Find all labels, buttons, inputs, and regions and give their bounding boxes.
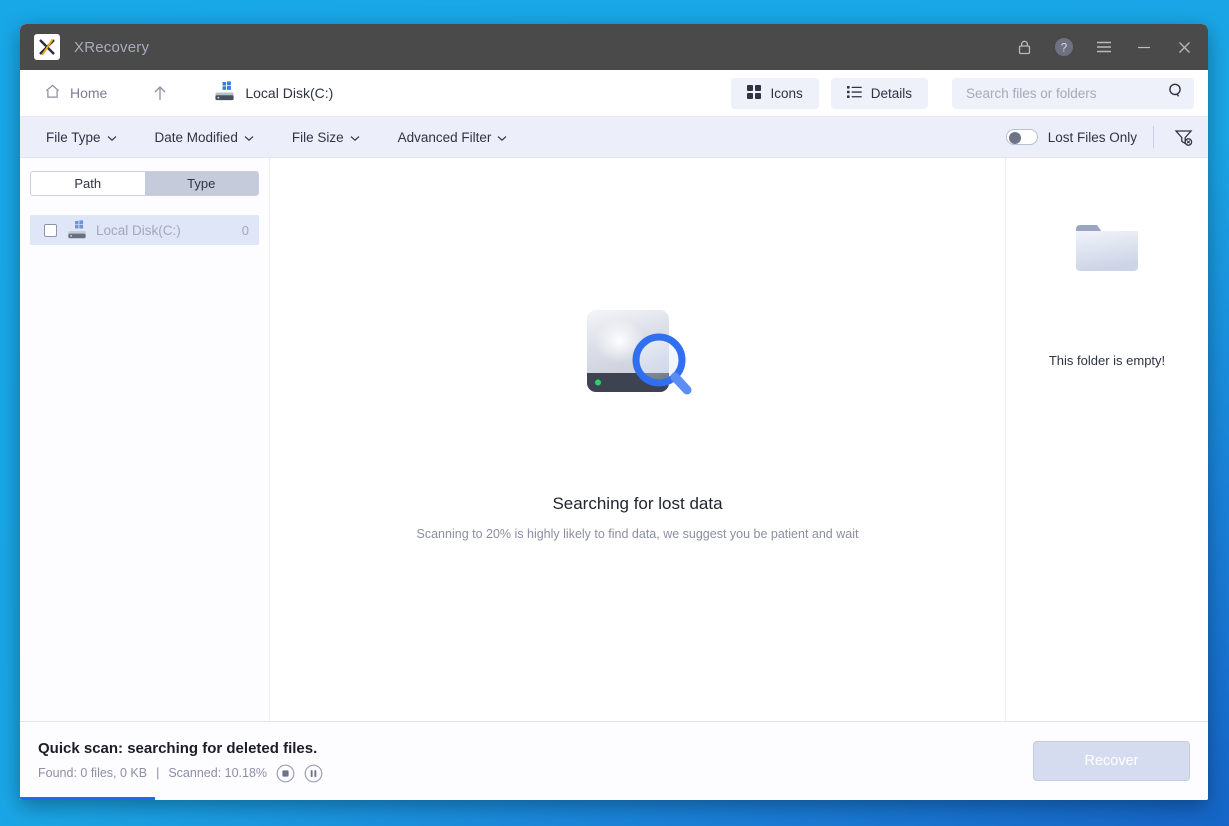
disk-scan-icon xyxy=(579,303,697,410)
stop-icon[interactable] xyxy=(276,764,295,783)
close-icon[interactable] xyxy=(1164,24,1204,70)
filter-file-size-label: File Size xyxy=(292,130,344,145)
view-icons-button[interactable]: Icons xyxy=(731,78,818,109)
progress-bar xyxy=(20,797,1208,800)
grid-icon xyxy=(747,85,761,102)
status-separator: | xyxy=(156,766,159,780)
local-disk-icon xyxy=(213,81,235,105)
list-icon xyxy=(847,85,862,102)
help-icon[interactable]: ? xyxy=(1044,24,1084,70)
tab-path[interactable]: Path xyxy=(31,172,145,195)
app-title: XRecovery xyxy=(74,39,149,56)
home-button[interactable]: Home xyxy=(38,79,113,107)
main-content: Searching for lost data Scanning to 20% … xyxy=(270,158,1005,721)
tree-item-count: 0 xyxy=(242,223,249,238)
view-details-label: Details xyxy=(871,86,912,101)
search-box[interactable] xyxy=(952,78,1194,109)
up-button[interactable] xyxy=(145,78,175,108)
chevron-down-icon xyxy=(350,130,360,145)
breadcrumb[interactable]: Local Disk(C:) xyxy=(213,81,333,105)
tab-type-label: Type xyxy=(187,176,215,191)
preview-empty-message: This folder is empty! xyxy=(1049,353,1165,368)
svg-text:?: ? xyxy=(1061,42,1067,54)
divider xyxy=(1153,126,1154,148)
toggle-knob xyxy=(1009,132,1021,144)
scanned-text: Scanned: 10.18% xyxy=(168,766,267,780)
view-details-button[interactable]: Details xyxy=(831,78,928,109)
tab-type[interactable]: Type xyxy=(145,172,259,195)
home-label: Home xyxy=(70,85,107,101)
found-text: Found: 0 files, 0 KB xyxy=(38,766,147,780)
tab-path-label: Path xyxy=(74,176,101,191)
filter-bar-right: Lost Files Only xyxy=(1006,124,1208,150)
filter-advanced-label: Advanced Filter xyxy=(398,130,492,145)
filter-clear-icon[interactable] xyxy=(1170,124,1196,150)
status-details: Found: 0 files, 0 KB | Scanned: 10.18% xyxy=(38,764,323,783)
filter-advanced[interactable]: Advanced Filter xyxy=(390,126,516,149)
breadcrumb-label: Local Disk(C:) xyxy=(245,85,333,101)
tree-item-local-disk[interactable]: Local Disk(C:) 0 xyxy=(30,215,259,245)
chevron-down-icon xyxy=(244,130,254,145)
sidebar: Path Type xyxy=(20,158,270,721)
minimize-icon[interactable] xyxy=(1124,24,1164,70)
progress-bar-fill xyxy=(20,797,155,800)
x-logo-icon xyxy=(34,34,60,60)
preview-panel: This folder is empty! xyxy=(1005,158,1208,721)
filter-date-modified[interactable]: Date Modified xyxy=(147,126,262,149)
scan-subtitle: Scanning to 20% is highly likely to find… xyxy=(417,527,859,541)
search-input[interactable] xyxy=(966,86,1167,101)
tree-item-checkbox[interactable] xyxy=(44,224,57,237)
toolbar: Home Local Disk(C:) xyxy=(20,70,1208,117)
filter-file-type-label: File Type xyxy=(46,130,101,145)
chevron-down-icon xyxy=(497,130,507,145)
tree-item-label: Local Disk(C:) xyxy=(96,223,233,238)
view-icons-label: Icons xyxy=(770,86,802,101)
chevron-down-icon xyxy=(107,130,117,145)
recover-button-label: Recover xyxy=(1085,753,1139,769)
menu-icon[interactable] xyxy=(1084,24,1124,70)
filter-file-type[interactable]: File Type xyxy=(38,126,125,149)
lost-files-only-label: Lost Files Only xyxy=(1048,130,1137,145)
status-left: Quick scan: searching for deleted files.… xyxy=(38,740,323,783)
app-window: XRecovery ? xyxy=(20,24,1208,800)
recover-button[interactable]: Recover xyxy=(1033,741,1190,781)
pause-icon[interactable] xyxy=(304,764,323,783)
path-type-tabs: Path Type xyxy=(30,171,259,196)
title-bar: XRecovery ? xyxy=(20,24,1208,70)
body-area: Path Type xyxy=(20,158,1208,721)
filter-date-modified-label: Date Modified xyxy=(155,130,238,145)
empty-folder-icon xyxy=(1076,222,1138,277)
lost-files-only-toggle[interactable] xyxy=(1006,129,1038,145)
filter-bar: File Type Date Modified File Size Advanc… xyxy=(20,117,1208,158)
local-disk-icon xyxy=(66,220,87,240)
scan-title: Searching for lost data xyxy=(552,494,722,514)
filter-file-size[interactable]: File Size xyxy=(284,126,368,149)
lock-icon[interactable] xyxy=(1004,24,1044,70)
home-icon xyxy=(44,83,61,103)
search-icon[interactable] xyxy=(1167,82,1184,104)
status-bar: Quick scan: searching for deleted files.… xyxy=(20,721,1208,800)
status-title: Quick scan: searching for deleted files. xyxy=(38,740,323,757)
